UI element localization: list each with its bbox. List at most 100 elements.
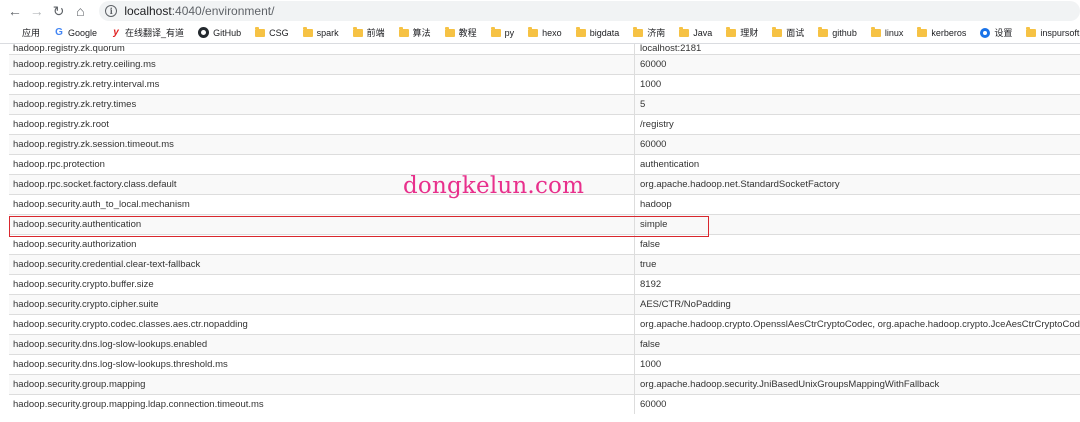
bookmark-label: 济南 <box>647 28 666 38</box>
bookmark-item[interactable]: 设置 <box>980 26 1012 39</box>
table-row: hadoop.security.dns.log-slow-lookups.thr… <box>9 354 1080 374</box>
arrow-left-icon: ← <box>7 3 22 19</box>
github-icon <box>198 27 210 38</box>
table-row: hadoop.security.credential.clear-text-fa… <box>9 254 1080 274</box>
bookmark-item[interactable]: spark <box>302 26 339 38</box>
bookmark-label: kerberos <box>931 27 967 38</box>
bookmark-label: 算法 <box>412 28 431 38</box>
browser-toolbar: ← → ↻ ⌂ i localhost:4040/environment/ <box>0 0 1080 22</box>
table-row: hadoop.registry.zk.quorum localhost:2181 <box>9 44 1080 54</box>
property-name: hadoop.registry.zk.retry.interval.ms <box>9 75 635 94</box>
bookmark-item[interactable]: 算法 <box>398 26 431 39</box>
property-name: hadoop.security.authorization <box>9 235 635 254</box>
bookmark-label: py <box>504 27 515 38</box>
bookmark-label: linux <box>884 27 904 38</box>
bookmark-item[interactable]: G Google <box>54 27 97 38</box>
folder-icon <box>575 26 586 37</box>
property-name: hadoop.security.group.mapping.ldap.conne… <box>9 395 635 414</box>
home-button[interactable]: ⌂ <box>69 0 91 22</box>
folder-icon <box>772 26 783 37</box>
table-row: hadoop.registry.zk.session.timeout.ms 600… <box>9 134 1080 154</box>
property-name: hadoop.rpc.protection <box>9 155 635 174</box>
folder-icon <box>490 26 501 37</box>
bookmark-item[interactable]: github <box>818 26 857 38</box>
bookmark-label: 教程 <box>458 28 477 38</box>
google-icon: G <box>55 27 63 38</box>
property-value: AES/CTR/NoPadding <box>640 299 731 310</box>
home-icon: ⌂ <box>76 3 85 19</box>
apps-icon <box>8 28 18 38</box>
property-name: hadoop.security.authentication <box>9 215 635 234</box>
bookmark-item[interactable]: linux <box>870 26 904 38</box>
folder-icon <box>398 26 409 37</box>
bookmark-label: Google <box>68 27 98 38</box>
bookmark-item[interactable]: 前端 <box>352 26 385 39</box>
bookmark-item[interactable]: kerberos <box>917 26 967 38</box>
property-name: hadoop.security.crypto.buffer.size <box>9 275 635 294</box>
table-row: hadoop.security.crypto.cipher.suite AES/C… <box>9 294 1080 314</box>
property-name: hadoop.security.group.mapping <box>9 375 635 394</box>
folder-icon <box>726 26 737 37</box>
bookmark-item[interactable]: bigdata <box>575 26 619 38</box>
bookmark-label: inspursoft <box>1040 27 1080 38</box>
folder-icon <box>679 26 690 37</box>
table-row: hadoop.security.crypto.codec.classes.aes… <box>9 314 1080 334</box>
folder-icon <box>352 26 363 37</box>
table-row: hadoop.security.authentication simple <box>9 214 1080 234</box>
property-name: hadoop.security.dns.log-slow-lookups.thr… <box>9 355 635 374</box>
property-value: hadoop <box>640 199 672 210</box>
bookmark-label: spark <box>316 27 339 38</box>
property-value: 1000 <box>640 79 662 90</box>
forward-button[interactable]: → <box>26 0 48 22</box>
property-name: hadoop.security.crypto.codec.classes.aes… <box>9 315 635 334</box>
address-bar[interactable]: i localhost:4040/environment/ <box>99 1 1080 21</box>
property-name: hadoop.registry.zk.retry.ceiling.ms <box>9 55 635 74</box>
reload-icon: ↻ <box>52 2 65 19</box>
bookmarks-bar: 应用 G Google y 在线翻译_有道 GitHub CSG spark 前端 算法 教程 py h… <box>0 22 1080 44</box>
reload-button[interactable]: ↻ <box>48 0 70 22</box>
property-value: 8192 <box>640 279 662 290</box>
back-button[interactable]: ← <box>4 0 26 22</box>
arrow-right-icon: → <box>29 3 44 19</box>
bookmark-item[interactable]: 济南 <box>633 26 665 39</box>
table-row: hadoop.security.dns.log-slow-lookups.ena… <box>9 334 1080 354</box>
table-row: hadoop.registry.zk.retry.interval.ms 1000 <box>9 74 1080 94</box>
bookmark-item[interactable]: hexo <box>528 26 562 38</box>
bookmark-item[interactable]: y 在线翻译_有道 <box>111 26 184 39</box>
table-row: hadoop.registry.zk.retry.ceiling.ms 60000 <box>9 54 1080 74</box>
property-value: localhost:2181 <box>640 44 702 54</box>
bookmark-item[interactable]: 教程 <box>444 26 477 39</box>
bookmark-item[interactable]: inspursoft <box>1026 26 1080 38</box>
property-value: org.apache.hadoop.crypto.OpensslAesCtrCr… <box>640 319 1080 330</box>
url-text: localhost:4040/environment/ <box>124 4 275 18</box>
info-icon[interactable]: i <box>105 5 118 17</box>
property-value: 60000 <box>640 59 667 70</box>
property-name: hadoop.registry.zk.quorum <box>9 44 635 54</box>
bookmark-item[interactable]: Java <box>679 26 712 38</box>
folder-icon <box>444 26 455 37</box>
bookmark-item[interactable]: 应用 <box>8 26 40 39</box>
folder-icon <box>818 26 829 37</box>
property-name: hadoop.registry.zk.root <box>9 115 635 134</box>
table-row: hadoop.security.group.mapping.ldap.conne… <box>9 394 1080 414</box>
bookmark-item[interactable]: 面试 <box>772 26 804 39</box>
property-value: 60000 <box>640 399 667 410</box>
table-row: hadoop.registry.zk.retry.times 5 <box>9 94 1080 114</box>
property-value: org.apache.hadoop.security.JniBasedUnixG… <box>640 379 940 390</box>
property-value: simple <box>640 219 668 230</box>
bookmark-item[interactable]: CSG <box>255 26 289 38</box>
folder-icon <box>528 26 539 37</box>
folder-icon <box>255 26 266 37</box>
property-value: authentication <box>640 159 700 170</box>
bookmark-item[interactable]: 理财 <box>726 26 758 39</box>
bookmark-label: 理财 <box>740 28 759 38</box>
bookmark-label: GitHub <box>213 27 242 38</box>
bookmark-item[interactable]: py <box>490 26 515 38</box>
property-value: org.apache.hadoop.net.StandardSocketFact… <box>640 179 840 190</box>
property-value: 60000 <box>640 139 667 150</box>
bookmark-label: 面试 <box>786 28 805 38</box>
watermark: dongkelun.com <box>403 173 585 199</box>
environment-table: hadoop.registry.zk.quorum localhost:2181 h… <box>9 44 1080 414</box>
folder-icon <box>917 26 928 37</box>
bookmark-item[interactable]: GitHub <box>198 27 241 38</box>
